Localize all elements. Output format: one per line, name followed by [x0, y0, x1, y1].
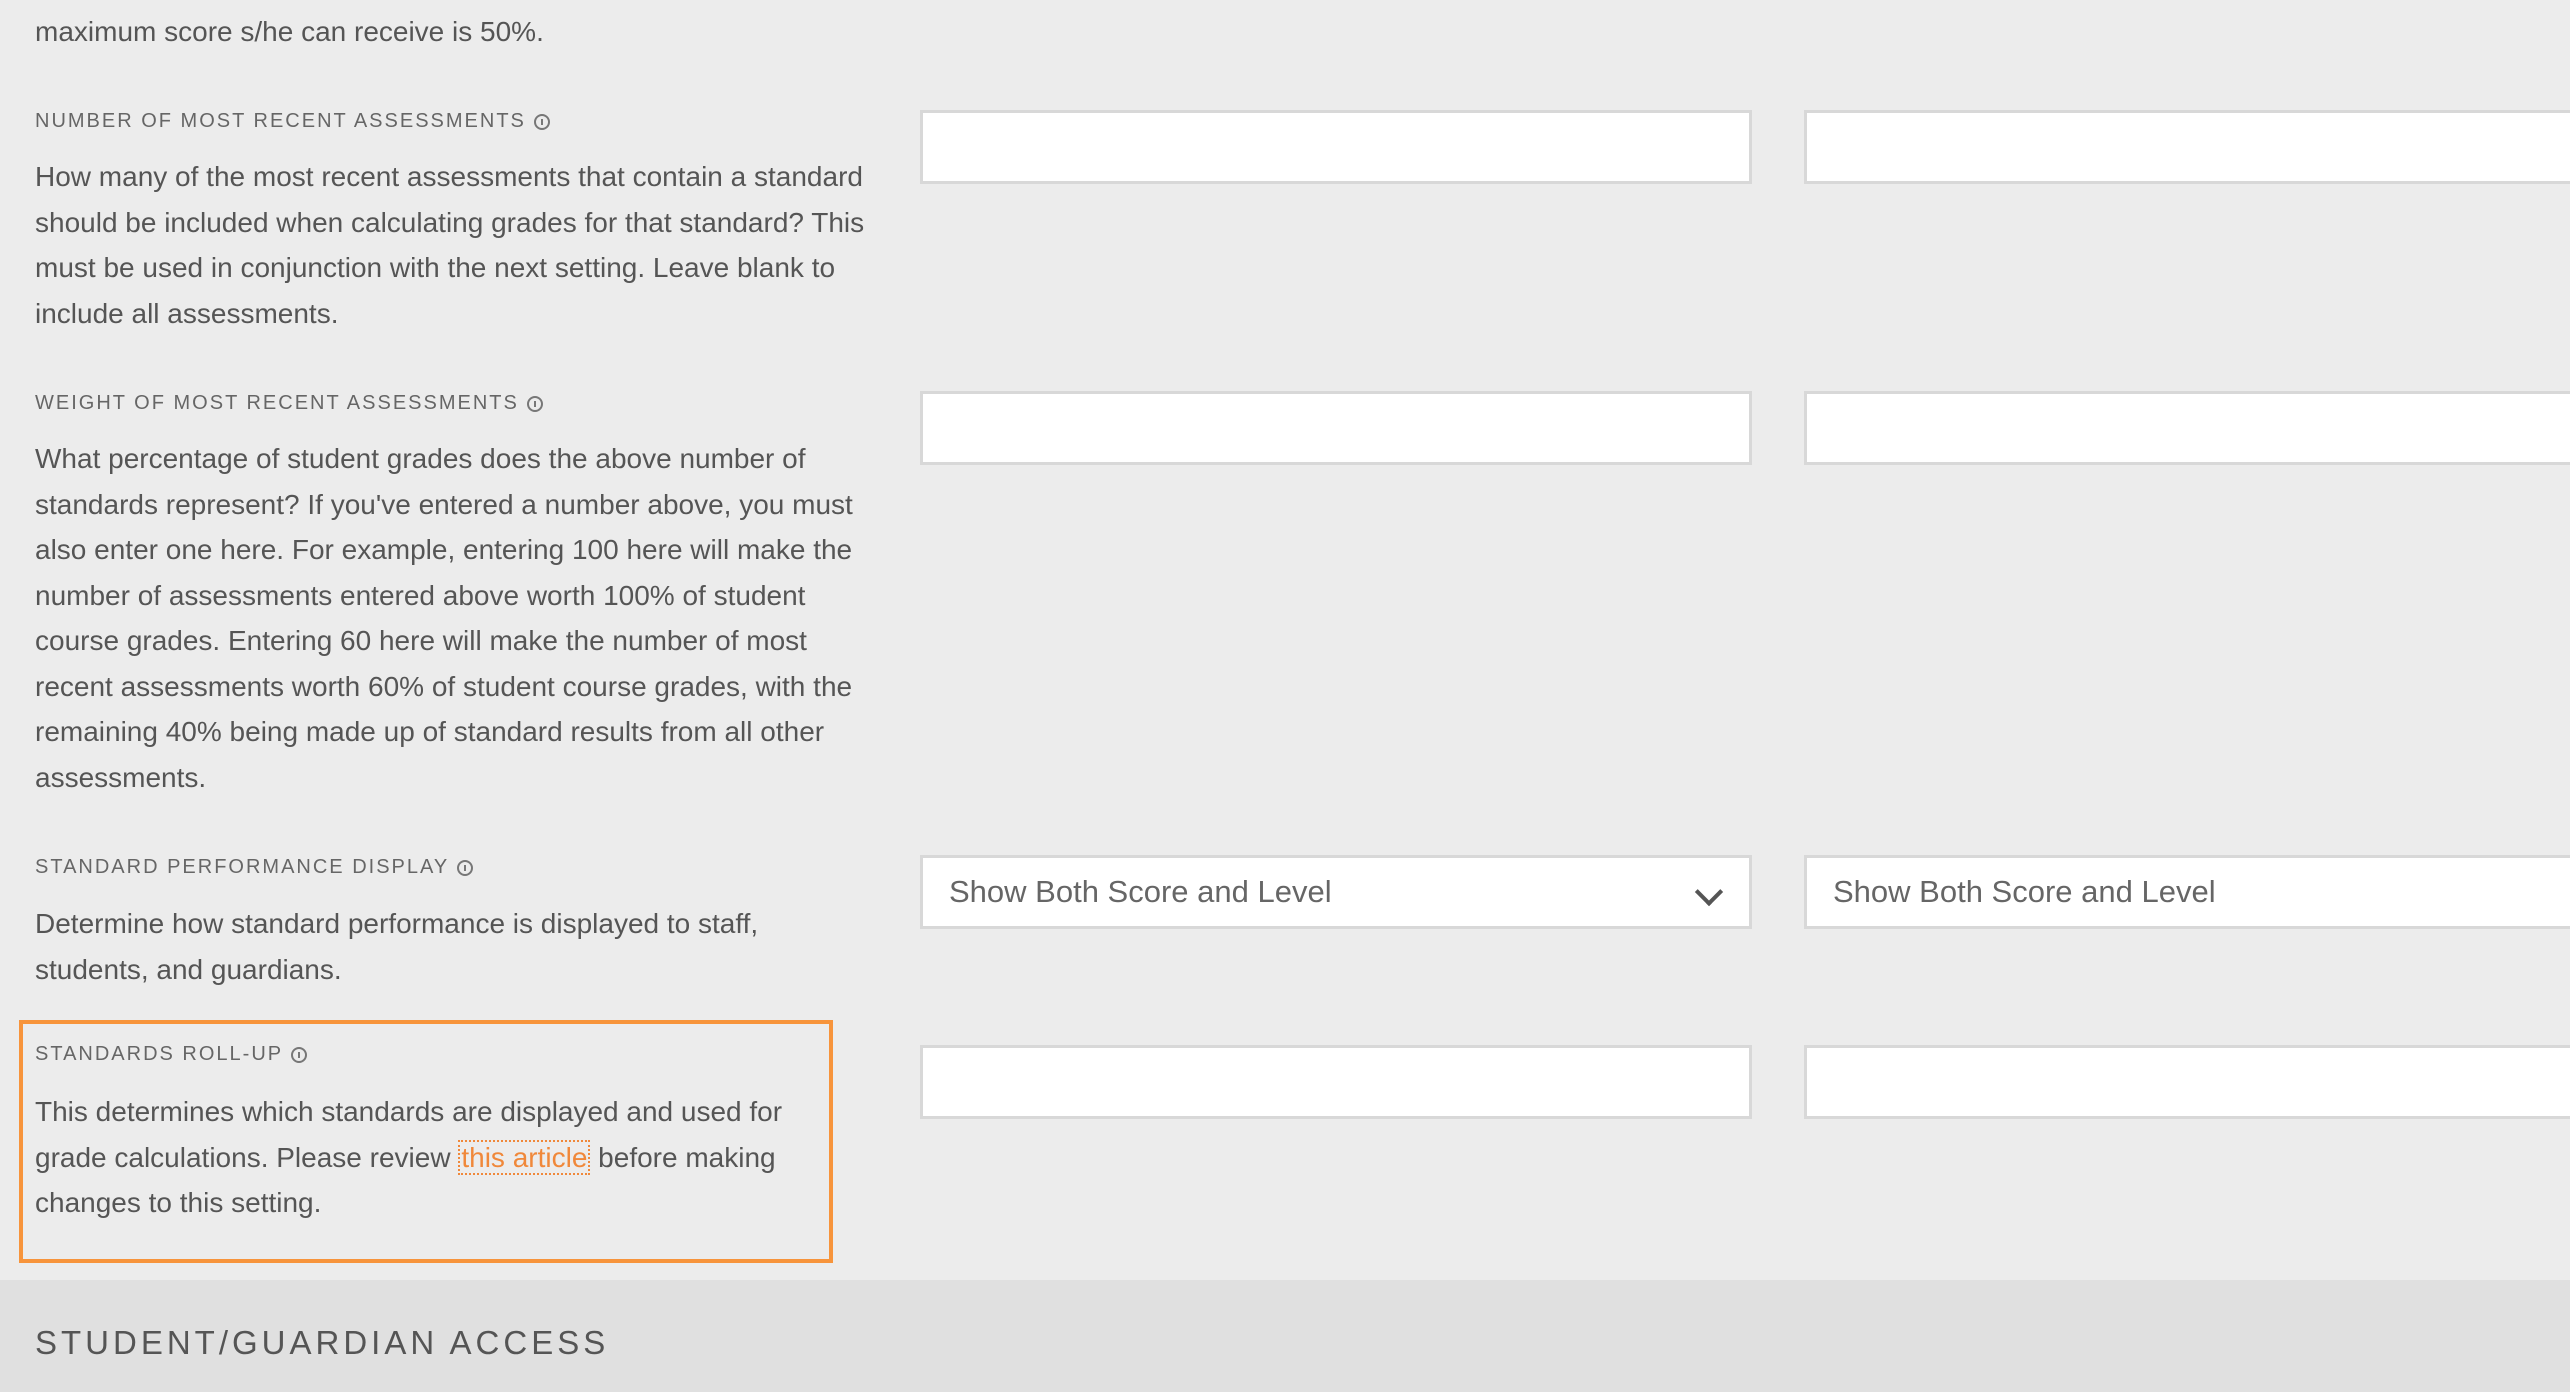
rollup-input-1[interactable] — [923, 1048, 1749, 1116]
setting-label-rollup-text: STANDARDS ROLL-UP — [35, 1043, 284, 1065]
setting-label-recent-weight-text: WEIGHT OF MOST RECENT ASSESSMENTS — [35, 392, 519, 414]
setting-description-recent-weight: What percentage of student grades does t… — [35, 443, 853, 793]
section-title: STUDENT/GUARDIAN ACCESS — [35, 1324, 610, 1361]
recent-count-field-1[interactable] — [920, 110, 1752, 184]
setting-label-recent-count-text: NUMBER OF MOST RECENT ASSESSMENTS — [35, 110, 526, 132]
setting-description-performance-display: Determine how standard performance is di… — [35, 908, 759, 985]
info-icon[interactable] — [533, 113, 550, 130]
info-icon[interactable] — [291, 1046, 308, 1063]
info-icon[interactable] — [526, 395, 543, 412]
chevron-down-icon[interactable] — [1694, 877, 1724, 907]
setting-label-recent-count: NUMBER OF MOST RECENT ASSESSMENTS — [35, 110, 550, 133]
recent-count-field-2[interactable] — [1804, 110, 2570, 184]
setting-label-recent-weight: WEIGHT OF MOST RECENT ASSESSMENTS — [35, 392, 543, 415]
previous-setting-description-line: maximum score s/he can receive is 50%. — [35, 16, 544, 47]
recent-count-input-1[interactable] — [923, 113, 1749, 181]
recent-count-input-2[interactable] — [1807, 113, 2570, 181]
recent-weight-input-2[interactable] — [1807, 394, 2570, 462]
previous-setting-description: maximum score s/he can receive is 50%. — [35, 10, 865, 54]
info-icon[interactable] — [457, 859, 474, 876]
performance-display-value-2[interactable]: Show Both Score and Level — [1804, 855, 2570, 929]
recent-weight-field-1[interactable] — [920, 391, 1752, 465]
setting-description-recent-count: How many of the most recent assessments … — [35, 161, 865, 329]
rollup-field-2[interactable] — [1804, 1045, 2570, 1119]
rollup-field-1[interactable] — [920, 1045, 1752, 1119]
performance-display-selected-value-2: Show Both Score and Level — [1833, 874, 2216, 909]
setting-label-performance-display-text: STANDARD PERFORMANCE DISPLAY — [35, 856, 450, 878]
rollup-input-2[interactable] — [1807, 1048, 2570, 1116]
performance-display-select-1[interactable]: Show Both Score and Level — [920, 855, 1752, 929]
article-link[interactable]: this article — [458, 1139, 591, 1175]
setting-label-performance-display: STANDARD PERFORMANCE DISPLAY — [35, 856, 474, 879]
recent-weight-input-1[interactable] — [923, 394, 1749, 462]
performance-display-selected-value-1: Show Both Score and Level — [949, 874, 1332, 909]
setting-label-rollup: STANDARDS ROLL-UP — [35, 1043, 308, 1066]
setting-description-rollup: This determines which standards are disp… — [35, 1089, 825, 1226]
recent-weight-field-2[interactable] — [1804, 391, 2570, 465]
